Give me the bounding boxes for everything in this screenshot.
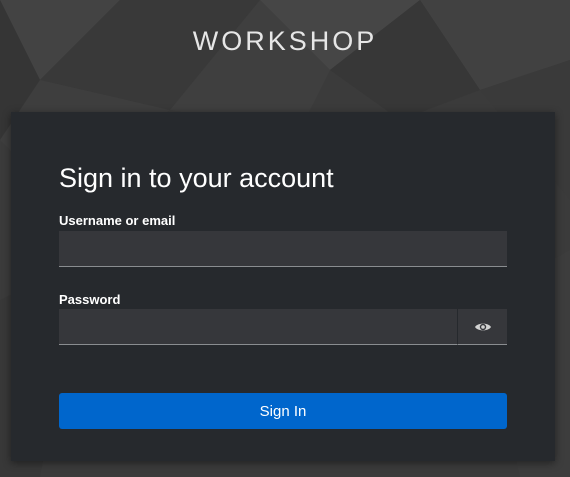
brand-title: WORKSHOP [192, 26, 378, 56]
username-label: Username or email [59, 213, 176, 228]
show-password-button[interactable] [457, 309, 507, 345]
login-card: Sign in to your account Username or emai… [11, 112, 555, 461]
password-label: Password [59, 292, 121, 307]
username-input[interactable] [59, 231, 507, 267]
sign-in-button[interactable]: Sign In [59, 393, 507, 429]
page-title: Sign in to your account [59, 163, 334, 193]
password-input[interactable] [59, 309, 457, 345]
eye-icon [474, 323, 491, 330]
